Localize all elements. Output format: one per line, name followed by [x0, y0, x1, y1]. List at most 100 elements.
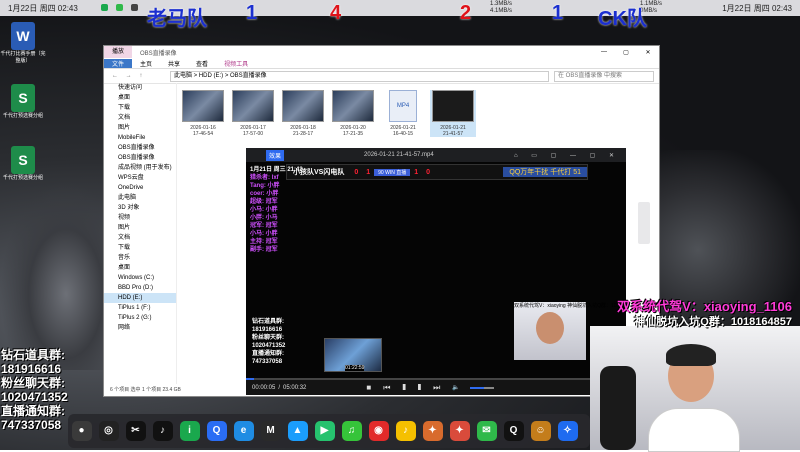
- sidebar-item[interactable]: 音乐: [104, 253, 176, 263]
- desktop-icon-sheet[interactable]: S 千代打预选赛分组: [0, 84, 46, 119]
- search-app-icon[interactable]: Q: [206, 421, 227, 441]
- sidebar-item[interactable]: MobileFile: [104, 133, 176, 143]
- app-status-icon[interactable]: [100, 3, 108, 11]
- sidebar-item[interactable]: HDD (E:): [104, 293, 176, 303]
- scorebar-score: 1: [366, 168, 371, 176]
- player-title-bar: 效果 2026-01-21 21-41-57.mp4 ⌂ ▭ ▢ — ▢ ✕: [246, 148, 626, 162]
- sidebar-item[interactable]: 文档: [104, 233, 176, 243]
- ribbon-tab-video-tools[interactable]: 视频工具: [216, 59, 256, 68]
- sidebar-item[interactable]: TiPlus 1 (F:): [104, 303, 176, 313]
- wechat-icon[interactable]: ✉: [476, 421, 497, 441]
- edge-icon[interactable]: e: [233, 421, 254, 441]
- desktop-icon-label: 千代打预选赛分组: [2, 175, 43, 181]
- scorebar-right-label: QQ万年干扰 千代打 51: [503, 167, 587, 177]
- wechat-status-icon[interactable]: [116, 3, 124, 11]
- minimize-button[interactable]: —: [593, 49, 615, 56]
- nav-buttons[interactable]: ← → ↑: [104, 73, 170, 79]
- netease-music-icon[interactable]: ◉: [368, 421, 389, 441]
- sidebar-item[interactable]: 成品视频 (用于发布): [104, 163, 176, 173]
- tiktok-icon[interactable]: ♪: [152, 421, 173, 441]
- video-player-icon[interactable]: ▶: [314, 421, 335, 441]
- qq-music-icon[interactable]: ♪: [395, 421, 416, 441]
- desktop-icon-word-doc[interactable]: W 千代打比赛手册（完整版）: [0, 22, 46, 64]
- player-window-controls[interactable]: ⌂ ▭ ▢ — ▢ ✕: [514, 152, 620, 159]
- capcut-icon[interactable]: ✂: [125, 421, 146, 441]
- tab-play[interactable]: 播放: [104, 46, 133, 58]
- video-overlay-line: 小马: 小胖: [250, 231, 278, 237]
- file-item[interactable]: 2026-01-18 21-28-17: [280, 90, 326, 137]
- address-path[interactable]: 此电脑 > HDD (E:) > OBS直播录像: [170, 70, 549, 82]
- obs-studio-icon[interactable]: ●: [71, 421, 92, 441]
- net-speed-upload: 1.3MB/s: [490, 1, 513, 7]
- sidebar-item[interactable]: 网络: [104, 323, 176, 333]
- file-item[interactable]: 2026-01-16 17-46-54: [180, 90, 226, 137]
- window-controls: — ▢ ✕: [593, 49, 659, 56]
- left-group-line: 钻石道具群:: [1, 348, 65, 362]
- explorer-sidebar: 快速访问 桌面 下载 文档 图片 MobileFile OBS直播录像 OBS直播录像 成品视频…: [104, 83, 177, 384]
- sidebar-item[interactable]: OBS直播录像: [104, 153, 176, 163]
- car-wallpaper-left: [0, 180, 110, 370]
- file-item-selected[interactable]: 2026-01-21 21-41-57: [430, 90, 476, 137]
- volume-icon[interactable]: 🔈: [452, 384, 459, 391]
- sidebar-item[interactable]: OneDrive: [104, 183, 176, 193]
- mango-icon[interactable]: M: [260, 421, 281, 441]
- obs-icon-2-icon[interactable]: ◎: [98, 421, 119, 441]
- search-input[interactable]: 在 OBS直播录像 中搜索: [554, 70, 654, 82]
- ribbon-tabs: 文件 主页 共享 查看 视频工具: [104, 58, 659, 69]
- video-overlay-line: 小马: 小胖: [250, 207, 278, 213]
- sidebar-item[interactable]: OBS直播录像: [104, 143, 176, 153]
- feishu-icon[interactable]: ✧: [557, 421, 578, 441]
- video-thumbnail: [182, 90, 224, 122]
- pause-button[interactable]: ❚❚: [402, 383, 433, 392]
- sidebar-item[interactable]: 下载: [104, 243, 176, 253]
- close-button[interactable]: ✕: [637, 49, 659, 56]
- video-overlay-line: 超级: 冠军: [250, 199, 278, 205]
- ribbon-tab-home[interactable]: 主页: [132, 59, 160, 68]
- sidebar-item[interactable]: 图片: [104, 223, 176, 233]
- side-bubble-icon[interactable]: [631, 245, 653, 265]
- music-icon[interactable]: ♫: [341, 421, 362, 441]
- tencent-video-icon[interactable]: ▲: [287, 421, 308, 441]
- sidebar-item[interactable]: Windows (C:): [104, 273, 176, 283]
- sidebar-item[interactable]: 此电脑: [104, 193, 176, 203]
- next-button[interactable]: ⏭: [433, 383, 452, 392]
- game-3-icon[interactable]: ☺: [530, 421, 551, 441]
- file-time: 16-40-15: [392, 131, 413, 137]
- app-status-icon[interactable]: [131, 3, 139, 11]
- ribbon-tab-share[interactable]: 共享: [160, 59, 188, 68]
- streamer-body: [648, 408, 740, 452]
- file-item[interactable]: MP4 2026-01-21 16-40-15: [380, 90, 426, 137]
- sidebar-item[interactable]: 下载: [104, 103, 176, 113]
- sidebar-item[interactable]: 文档: [104, 113, 176, 123]
- team-right-label: CK队: [598, 8, 647, 30]
- file-item[interactable]: 2026-01-20 17-21-35: [330, 90, 376, 137]
- sidebar-item[interactable]: 3D 对象: [104, 203, 176, 213]
- sidebar-item[interactable]: 视频: [104, 213, 176, 223]
- explorer-title-bar: 播放 OBS直播录像 — ▢ ✕: [104, 46, 659, 58]
- side-panel-tab[interactable]: [638, 202, 650, 244]
- gaming-chair: [600, 366, 636, 450]
- sidebar-item[interactable]: 快速访问: [104, 83, 176, 93]
- stop-button[interactable]: ■: [366, 383, 383, 392]
- game-1-icon[interactable]: ✦: [422, 421, 443, 441]
- game-2-icon[interactable]: ✦: [449, 421, 470, 441]
- prev-button[interactable]: ⏮: [383, 383, 402, 392]
- iqiyi-icon[interactable]: i: [179, 421, 200, 441]
- sidebar-item[interactable]: BBD Pro (D:): [104, 283, 176, 293]
- sidebar-item[interactable]: TiPlus 2 (G:): [104, 313, 176, 323]
- volume-slider[interactable]: [469, 386, 494, 389]
- desktop-icon-sheet-2[interactable]: S 千代打预选赛分组: [0, 146, 46, 181]
- sidebar-item[interactable]: WPS云盘: [104, 173, 176, 183]
- file-item[interactable]: 2026-01-17 17-57-00: [230, 90, 276, 137]
- sidebar-item[interactable]: 桌面: [104, 93, 176, 103]
- playback-buttons: ■⏮❚❚⏭: [366, 383, 452, 393]
- sidebar-item[interactable]: 桌面: [104, 263, 176, 273]
- ribbon-tab-file[interactable]: 文件: [104, 58, 133, 68]
- qq-icon[interactable]: Q: [503, 421, 524, 441]
- video-overlay-line: Tang: 小胖: [250, 183, 280, 189]
- stream-scorebar: 小孩队VS闪电队 0 1 90 WIN 直播 1 0 QQ万年干扰 千代打 51: [286, 164, 588, 180]
- player-logo[interactable]: 效果: [266, 149, 285, 161]
- ribbon-tab-view[interactable]: 查看: [188, 59, 216, 68]
- sidebar-item[interactable]: 图片: [104, 123, 176, 133]
- maximize-button[interactable]: ▢: [615, 49, 637, 56]
